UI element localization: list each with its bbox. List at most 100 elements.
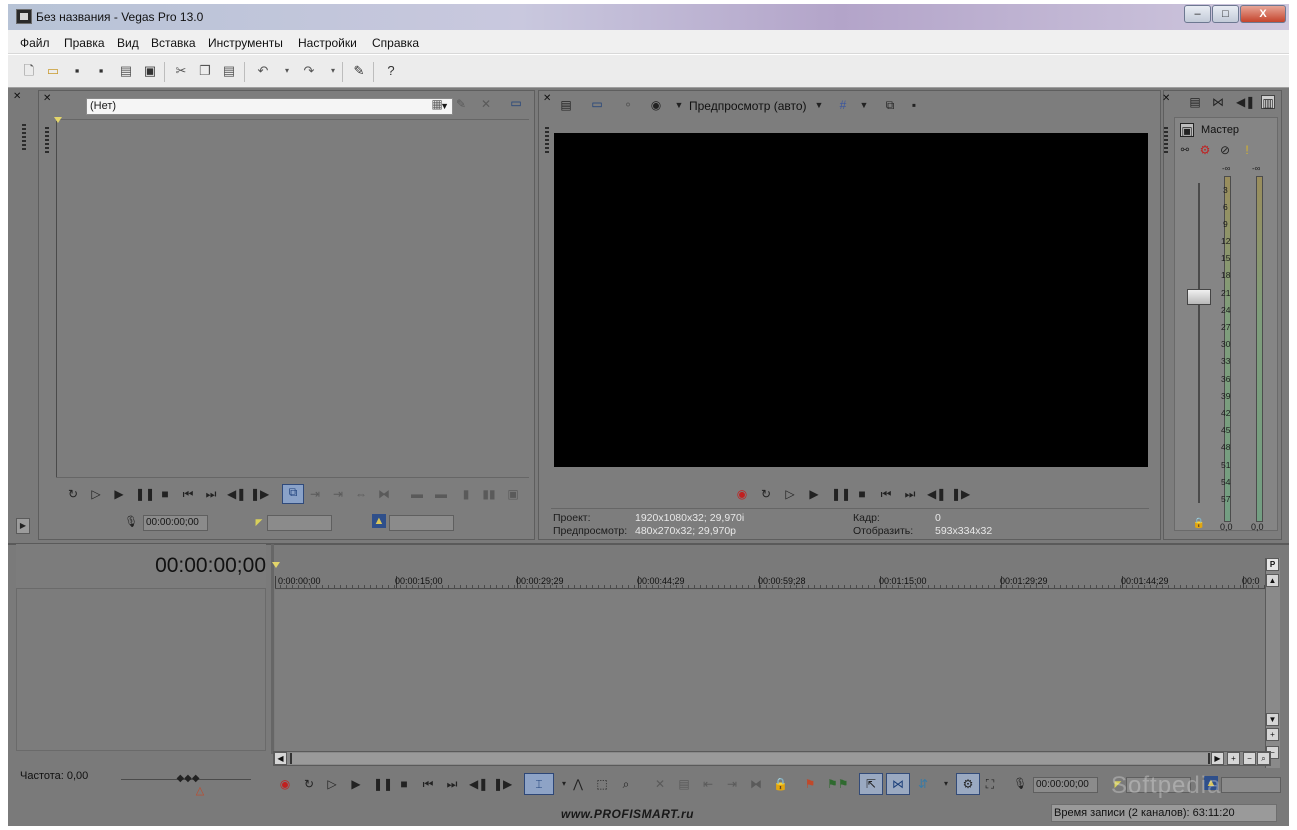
lock-icon[interactable]: 🔒 (1192, 517, 1206, 531)
envelope-tool-icon[interactable]: ⋀ (571, 777, 585, 791)
trim-icon[interactable]: ▬ (410, 487, 424, 501)
loop-icon[interactable]: ↻ (759, 487, 773, 501)
chevron-down-icon[interactable]: ▼ (672, 98, 686, 112)
undo-dropdown-icon[interactable]: ▾ (279, 63, 295, 79)
stop-icon[interactable]: ■ (158, 487, 172, 501)
menu-help[interactable]: Справка (372, 36, 419, 50)
play-from-start-icon[interactable]: ▷ (89, 487, 103, 501)
insert-bus-icon[interactable]: ▤ (1188, 95, 1202, 109)
fx-chain-icon[interactable]: ⚯ (1178, 144, 1192, 158)
mute-icon[interactable]: ⊘ (1218, 143, 1232, 157)
chevron-down-icon[interactable]: ▼ (812, 98, 826, 112)
loop-icon[interactable]: ↻ (302, 777, 316, 791)
go-end-icon[interactable]: ⏭ (903, 487, 917, 501)
prev-frame-icon[interactable]: ◀❚ (469, 777, 488, 791)
zoom-out-icon[interactable]: − (1243, 752, 1256, 765)
stop-icon[interactable]: ■ (855, 487, 869, 501)
trim-start-icon[interactable]: ⇤ (701, 777, 715, 791)
go-end-icon[interactable]: ⏭ (445, 777, 459, 791)
panel-grip[interactable] (45, 127, 49, 155)
auto-crossfade-icon[interactable]: ⋈ (886, 773, 910, 795)
insert-icon[interactable]: ⇥ (308, 487, 322, 501)
redo-dropdown-icon[interactable]: ▾ (325, 63, 341, 79)
downmix-icon[interactable]: ⋈ (1211, 95, 1225, 109)
zoom-in-vertical-icon[interactable]: + (1266, 728, 1279, 741)
solo-icon[interactable]: ! (1240, 143, 1254, 157)
marker-icon[interactable]: ▮ (459, 487, 473, 501)
delete-icon[interactable]: ✕ (653, 777, 667, 791)
trim-icon[interactable]: ▤ (677, 777, 691, 791)
next-frame-icon[interactable]: ❚▶ (250, 487, 269, 501)
maximize-button[interactable]: □ (1212, 5, 1239, 23)
link-icon[interactable]: ✎ (454, 97, 468, 111)
zoom-tool-icon[interactable]: ⌕ (619, 777, 633, 791)
trim-end-icon[interactable]: ⇥ (725, 777, 739, 791)
dim-output-icon[interactable]: ◀❚ (1236, 95, 1255, 109)
rate-reset-icon[interactable]: △ (193, 784, 207, 798)
go-start-icon[interactable]: ⏮ (181, 487, 195, 501)
ripple-mode-icon[interactable]: ⇵ (916, 777, 930, 791)
chevron-down-icon[interactable]: ▼ (857, 98, 871, 112)
play-from-start-icon[interactable]: ▷ (325, 777, 339, 791)
menu-insert[interactable]: Вставка (151, 36, 196, 50)
trim-icon[interactable]: ▬ (434, 487, 448, 501)
play-icon[interactable]: ▶ (112, 487, 126, 501)
edit-tool-icon[interactable]: ✎ (351, 63, 367, 79)
properties-icon[interactable]: ▣ (142, 63, 158, 79)
go-start-icon[interactable]: ⏮ (879, 487, 893, 501)
timeline-ruler[interactable]: 0:00:00;00 00:00:15;00 00:00:29;29 00:00… (275, 575, 1271, 589)
master-properties-icon[interactable]: ▣ (1180, 123, 1194, 138)
chevron-down-icon[interactable]: ▾ (557, 777, 571, 791)
render-icon[interactable]: ▤ (118, 63, 134, 79)
timeline-timecode[interactable]: 00:00:00;00 (1033, 777, 1098, 793)
play-icon[interactable]: ▶ (349, 777, 363, 791)
preview-mode-label[interactable]: Предпросмотр (авто) (689, 99, 807, 113)
zoom-tool-icon[interactable]: ⌕ (1257, 752, 1270, 765)
close-button[interactable]: X (1240, 5, 1286, 23)
open-folder-icon[interactable]: ▭ (45, 63, 61, 79)
video-properties-icon[interactable]: ▤ (559, 98, 573, 112)
new-file-icon[interactable]: 🗋 (21, 63, 37, 79)
scroll-thumb[interactable] (290, 753, 1210, 764)
panel-grip[interactable] (545, 127, 549, 155)
menu-tools[interactable]: Инструменты (208, 36, 283, 50)
zoom-in-icon[interactable]: + (1227, 752, 1240, 765)
expand-arrow-icon[interactable]: ▶ (16, 518, 30, 534)
pause-icon[interactable]: ❚❚ (373, 777, 393, 791)
selection-tool-icon[interactable]: ⬚ (595, 777, 609, 791)
menu-file[interactable]: Файл (20, 36, 50, 50)
stop-icon[interactable]: ■ (397, 777, 411, 791)
app-icon[interactable] (16, 9, 32, 24)
scroll-up-icon[interactable]: ▲ (1266, 574, 1279, 587)
fx-gear-icon[interactable]: ⚙ (1198, 143, 1212, 157)
timeline-vertical-scrollbar[interactable]: P ▲ ▼ + − (1265, 558, 1280, 768)
close-panel-icon[interactable]: ✕ (1162, 93, 1170, 104)
redo-icon[interactable]: ↷ (301, 63, 317, 79)
record-icon[interactable]: ◉ (278, 777, 292, 791)
preview-quality-icon[interactable]: ◉ (649, 98, 663, 112)
menu-edit[interactable]: Правка (64, 36, 105, 50)
mixer-view-icon[interactable]: ▥ (1261, 95, 1275, 110)
go-end-icon[interactable]: ⏭ (204, 487, 218, 501)
next-frame-icon[interactable]: ❚▶ (951, 487, 970, 501)
undo-icon[interactable]: ↶ (255, 63, 271, 79)
lock-icon[interactable]: 🔒 (773, 777, 788, 791)
overlay-grid-icon[interactable]: # (836, 98, 850, 112)
up-folder-icon[interactable]: ▦ (430, 97, 444, 111)
region-icon[interactable]: ⚑⚑ (827, 777, 849, 791)
master-fader[interactable] (1187, 289, 1211, 305)
normal-edit-tool-icon[interactable]: ⌶ (524, 773, 554, 795)
prev-frame-icon[interactable]: ◀❚ (227, 487, 246, 501)
auto-preview-icon[interactable]: ⧉ (282, 484, 304, 504)
close-dock-icon[interactable]: ✕ (13, 91, 21, 102)
pause-icon[interactable]: ❚❚ (135, 487, 155, 501)
panel-grip[interactable] (1164, 127, 1168, 155)
save-as-icon[interactable]: ▪ (93, 63, 109, 79)
play-from-start-icon[interactable]: ▷ (783, 487, 797, 501)
out-point-field[interactable] (389, 515, 454, 531)
prev-frame-icon[interactable]: ◀❚ (927, 487, 946, 501)
paste-icon[interactable]: ▤ (221, 63, 237, 79)
explorer-location-combo[interactable]: (Нет) ▼ (86, 98, 453, 115)
delete-icon[interactable]: ✕ (479, 97, 493, 111)
track-splitter[interactable] (271, 544, 274, 754)
